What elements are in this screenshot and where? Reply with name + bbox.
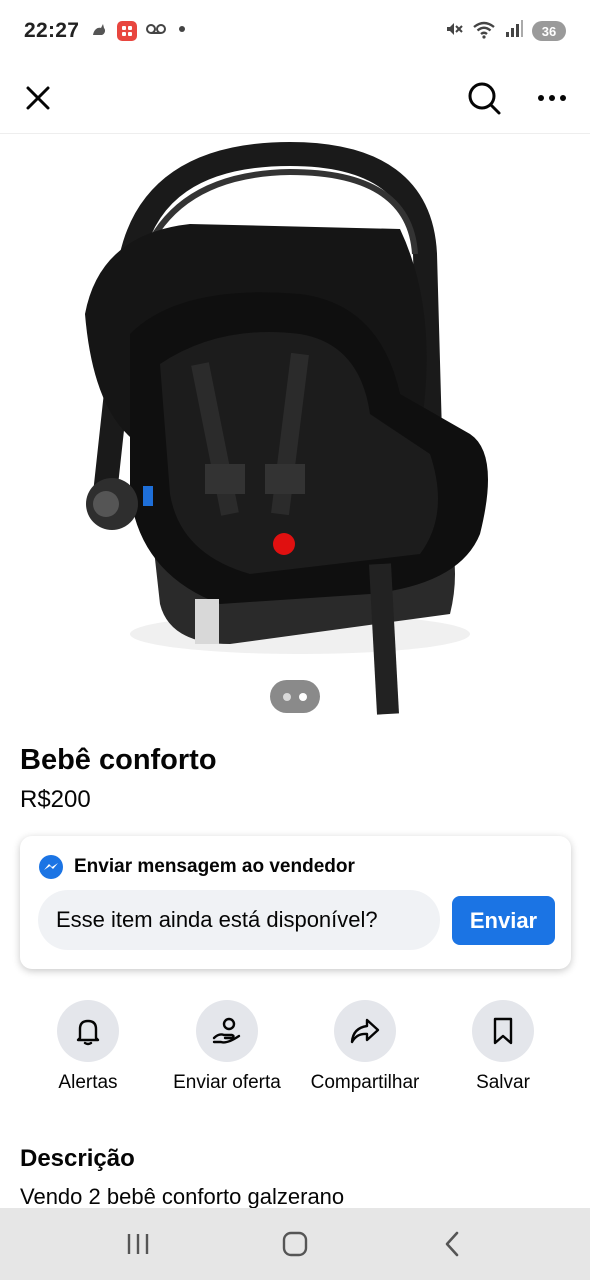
send-offer-circle (196, 1000, 258, 1062)
carousel-dot-active (299, 692, 307, 701)
more-icon (538, 94, 566, 101)
carousel-indicator (270, 680, 320, 713)
back-button[interactable] (422, 1219, 482, 1269)
status-bar: 22:27 36 (0, 0, 590, 62)
home-icon (282, 1231, 308, 1257)
message-header-text: Enviar mensagem ao vendedor (74, 856, 355, 877)
share-label: Compartilhar (310, 1072, 420, 1093)
home-button[interactable] (265, 1219, 325, 1269)
search-icon (468, 82, 501, 114)
listing-price: R$200 (20, 786, 91, 813)
offer-icon (212, 1017, 241, 1044)
signal-icon (504, 19, 524, 44)
system-nav-bar (0, 1208, 590, 1280)
car-seat-image (85, 141, 488, 715)
back-icon (445, 1231, 458, 1257)
dot-icon (175, 22, 189, 41)
message-header: Enviar mensagem ao vendedor (38, 854, 355, 880)
alerts-circle (57, 1000, 119, 1062)
listing-title: Bebê conforto (20, 744, 217, 776)
status-left-icons (89, 19, 189, 44)
cat-icon (89, 19, 109, 44)
close-icon (26, 86, 50, 109)
recents-icon (128, 1234, 149, 1254)
description-text: Vendo 2 bebê conforto galzerano (20, 1184, 345, 1209)
description-title: Descrição (20, 1145, 135, 1172)
save-circle (472, 1000, 534, 1062)
wifi-icon (472, 19, 496, 44)
message-seller-card: Enviar mensagem ao vendedor Enviar (20, 836, 571, 969)
app-badge-icon (117, 21, 138, 41)
alerts-label: Alertas (58, 1072, 118, 1093)
mute-icon (444, 19, 464, 44)
voicemail-icon (145, 22, 167, 41)
bell-icon (76, 1019, 100, 1046)
save-label: Salvar (476, 1072, 530, 1093)
send-offer-label: Enviar oferta (173, 1072, 281, 1093)
recents-button[interactable] (108, 1219, 168, 1269)
message-input[interactable] (38, 890, 440, 950)
top-bar (0, 62, 590, 134)
close-button[interactable] (18, 78, 58, 118)
share-circle (334, 1000, 396, 1062)
status-right-icons: 36 (444, 19, 566, 44)
share-button[interactable]: Compartilhar (295, 1000, 435, 1094)
carousel-dot (283, 692, 291, 701)
messenger-icon (39, 855, 63, 879)
search-button[interactable] (464, 78, 504, 118)
send-button[interactable]: Enviar (452, 896, 555, 945)
action-buttons: Alertas Enviar oferta Compartilhar Salva… (0, 1000, 590, 1100)
battery-indicator: 36 (532, 21, 566, 41)
status-time: 22:27 (24, 19, 80, 42)
alerts-button[interactable]: Alertas (18, 1000, 158, 1094)
share-icon (350, 1018, 380, 1044)
product-photo[interactable] (0, 134, 590, 734)
bookmark-icon (493, 1017, 513, 1045)
save-button[interactable]: Salvar (433, 1000, 573, 1094)
send-offer-button[interactable]: Enviar oferta (157, 1000, 297, 1094)
more-options-button[interactable] (532, 78, 572, 118)
